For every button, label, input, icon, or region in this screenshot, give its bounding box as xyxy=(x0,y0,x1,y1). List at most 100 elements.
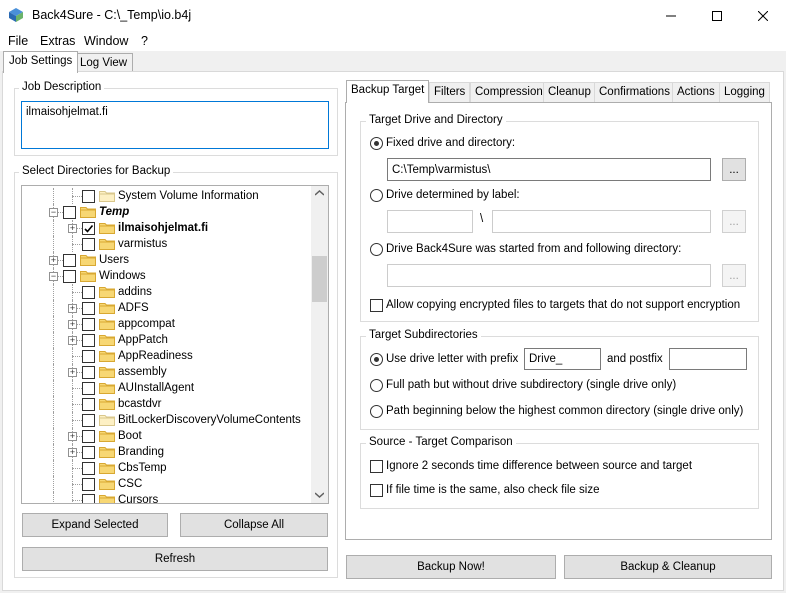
started-directory-input[interactable] xyxy=(387,264,711,287)
tree-item-checkbox[interactable] xyxy=(82,430,95,443)
fixed-drive-radio[interactable] xyxy=(370,137,383,150)
allow-encrypted-checkbox[interactable] xyxy=(370,299,383,312)
tab-logging[interactable]: Logging xyxy=(719,82,770,102)
expand-icon[interactable]: + xyxy=(68,304,77,313)
menu-window[interactable]: Window xyxy=(84,34,128,48)
postfix-input[interactable] xyxy=(669,348,747,370)
drive-label-input[interactable] xyxy=(387,210,473,233)
refresh-button[interactable]: Refresh xyxy=(22,547,328,571)
tree-item-checkbox[interactable] xyxy=(63,206,76,219)
tree-connector xyxy=(53,188,54,204)
tree-item[interactable]: + ADFS xyxy=(22,300,312,316)
tree-item-checkbox[interactable] xyxy=(82,350,95,363)
tree-item-checkbox[interactable] xyxy=(82,190,95,203)
tree-item[interactable]: CSC xyxy=(22,476,312,492)
tab-job-settings[interactable]: Job Settings xyxy=(3,51,79,73)
started-drive-radio[interactable] xyxy=(370,243,383,256)
expand-selected-button[interactable]: Expand Selected xyxy=(22,513,168,537)
tree-item[interactable]: AppReadiness xyxy=(22,348,312,364)
label-browse-button[interactable]: ... xyxy=(722,210,746,233)
tree-item-checkbox[interactable] xyxy=(82,334,95,347)
tree-item-checkbox[interactable] xyxy=(82,286,95,299)
tree-item[interactable]: addins xyxy=(22,284,312,300)
expand-icon[interactable]: + xyxy=(68,320,77,329)
tree-item-checkbox[interactable] xyxy=(82,302,95,315)
tree-item-checkbox[interactable] xyxy=(82,494,95,503)
prefix-input[interactable]: Drive_ xyxy=(524,348,601,370)
tab-actions[interactable]: Actions xyxy=(672,82,720,102)
menu-extras[interactable]: Extras xyxy=(40,34,75,48)
tree-item-label: AUInstallAgent xyxy=(118,382,195,394)
expand-icon[interactable]: + xyxy=(68,368,77,377)
drive-label-radio[interactable] xyxy=(370,189,383,202)
maximize-button[interactable] xyxy=(694,0,740,31)
tab-confirmations[interactable]: Confirmations xyxy=(594,82,675,102)
tree-scroll-thumb[interactable] xyxy=(312,256,327,302)
collapse-icon[interactable]: − xyxy=(49,208,58,217)
expand-icon[interactable]: + xyxy=(68,432,77,441)
tree-item[interactable]: AUInstallAgent xyxy=(22,380,312,396)
tree-item-checkbox[interactable] xyxy=(63,270,76,283)
tree-connector xyxy=(53,332,54,348)
backup-cleanup-button[interactable]: Backup & Cleanup xyxy=(564,555,772,579)
directory-tree[interactable]: System Volume Information − Temp + ilmaisohj… xyxy=(21,185,329,504)
tree-item[interactable]: + Boot xyxy=(22,428,312,444)
tree-item[interactable]: CbsTemp xyxy=(22,460,312,476)
tree-item-checkbox[interactable] xyxy=(63,254,76,267)
tree-item-checkbox[interactable] xyxy=(82,238,95,251)
tree-item-checkbox[interactable] xyxy=(82,222,95,235)
fixed-directory-input[interactable]: C:\Temp\varmistus\ xyxy=(387,158,711,181)
tree-item-checkbox[interactable] xyxy=(82,382,95,395)
menu-help[interactable]: ? xyxy=(141,34,148,48)
label-directory-input[interactable] xyxy=(492,210,711,233)
job-description-field[interactable]: ilmaisohjelmat.fi xyxy=(21,101,329,149)
tree-item[interactable]: + ilmaisohjelmat.fi xyxy=(22,220,312,236)
tab-filters[interactable]: Filters xyxy=(429,82,471,102)
tree-item[interactable]: System Volume Information xyxy=(22,188,312,204)
scroll-up-icon[interactable] xyxy=(315,190,324,196)
close-button[interactable] xyxy=(740,0,786,31)
tab-compression[interactable]: Compression xyxy=(470,82,548,102)
expand-icon[interactable]: + xyxy=(68,336,77,345)
tree-item[interactable]: − Windows xyxy=(22,268,312,284)
collapse-icon[interactable]: − xyxy=(49,272,58,281)
tab-backup-target[interactable]: Backup Target xyxy=(346,80,430,103)
collapse-all-button[interactable]: Collapse All xyxy=(180,513,328,537)
tree-item[interactable]: − Temp xyxy=(22,204,312,220)
common-directory-radio[interactable] xyxy=(370,405,383,418)
tree-item-checkbox[interactable] xyxy=(82,446,95,459)
tree-item[interactable]: Cursors xyxy=(22,492,312,503)
scroll-down-icon[interactable] xyxy=(315,492,324,498)
drive-letter-radio[interactable] xyxy=(370,353,383,366)
expand-icon[interactable]: + xyxy=(68,224,77,233)
tree-item[interactable]: + appcompat xyxy=(22,316,312,332)
tree-item-checkbox[interactable] xyxy=(82,414,95,427)
tab-log-view[interactable]: Log View xyxy=(74,53,134,73)
tree-item[interactable]: bcastdvr xyxy=(22,396,312,412)
tree-item[interactable]: + AppPatch xyxy=(22,332,312,348)
started-browse-button[interactable]: ... xyxy=(722,264,746,287)
tree-item[interactable]: + assembly xyxy=(22,364,312,380)
ignore-time-checkbox[interactable] xyxy=(370,460,383,473)
tree-item[interactable]: + Branding xyxy=(22,444,312,460)
tree-item-label: System Volume Information xyxy=(118,190,259,202)
tree-item-checkbox[interactable] xyxy=(82,366,95,379)
tree-item[interactable]: varmistus xyxy=(22,236,312,252)
check-size-checkbox[interactable] xyxy=(370,484,383,497)
tree-item-checkbox[interactable] xyxy=(82,318,95,331)
menu-file[interactable]: File xyxy=(8,34,28,48)
tab-cleanup[interactable]: Cleanup xyxy=(543,82,596,102)
fixed-browse-button[interactable]: ... xyxy=(722,158,746,181)
expand-icon[interactable]: + xyxy=(68,448,77,457)
full-path-radio[interactable] xyxy=(370,379,383,392)
tree-item-checkbox[interactable] xyxy=(82,398,95,411)
tree-item[interactable]: BitLockerDiscoveryVolumeContents xyxy=(22,412,312,428)
expand-icon[interactable]: + xyxy=(49,256,58,265)
tree-scrollbar[interactable] xyxy=(311,186,328,503)
tree-connector xyxy=(53,492,54,503)
backup-now-button[interactable]: Backup Now! xyxy=(346,555,556,579)
tree-item-checkbox[interactable] xyxy=(82,462,95,475)
tree-item[interactable]: + Users xyxy=(22,252,312,268)
tree-item-checkbox[interactable] xyxy=(82,478,95,491)
minimize-button[interactable] xyxy=(648,0,694,31)
